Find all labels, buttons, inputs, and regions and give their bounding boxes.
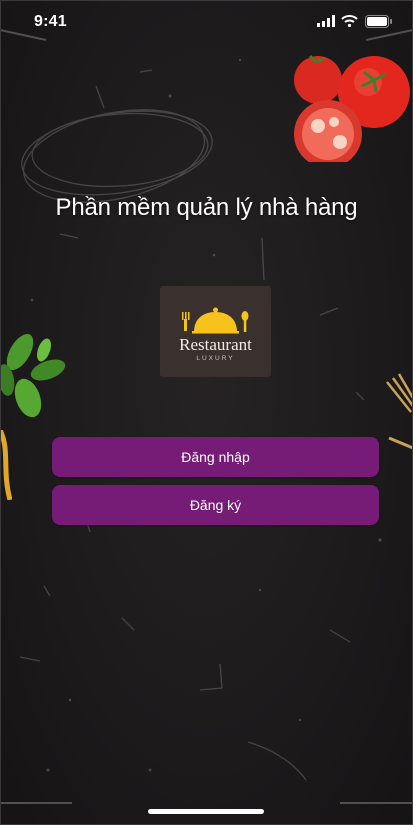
status-icons	[317, 15, 395, 29]
fork-decoration	[386, 373, 413, 450]
register-button[interactable]: Đăng ký	[52, 485, 379, 525]
cellular-signal-icon	[317, 15, 335, 27]
restaurant-logo: Restaurant LUXURY	[160, 286, 271, 377]
page-title: Phần mềm quản lý nhà hàng	[55, 194, 358, 221]
home-indicator[interactable]	[148, 809, 264, 814]
status-time: 9:41	[34, 13, 67, 30]
battery-icon	[365, 15, 392, 28]
status-bar: 9:41	[0, 0, 413, 44]
login-button[interactable]: Đăng nhập	[52, 437, 379, 477]
wifi-icon	[341, 15, 358, 27]
logo-name: Restaurant	[179, 335, 252, 354]
tomato-decoration	[294, 54, 410, 162]
basil-leaves-decoration	[0, 333, 66, 418]
pasta-decoration	[0, 430, 12, 500]
app-screen: 9:41 Phần mềm quản lý nhà hàng Restauran…	[0, 0, 413, 825]
logo-subtitle: LUXURY	[196, 355, 235, 362]
cloche-icon	[182, 307, 249, 334]
